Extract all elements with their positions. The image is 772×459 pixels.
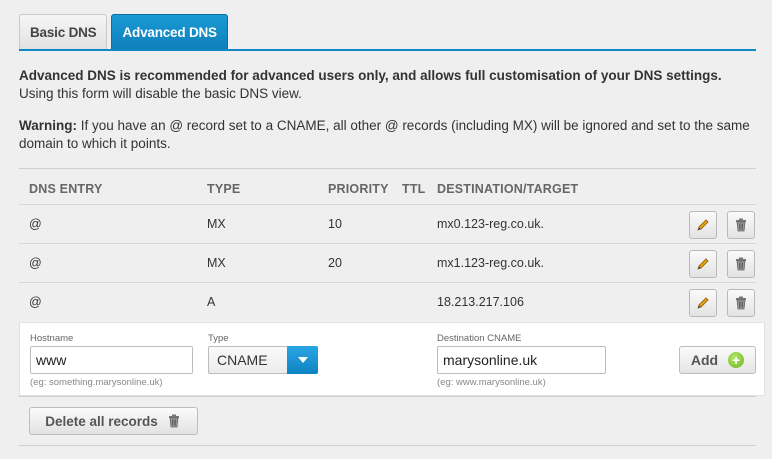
edit-record-button[interactable] [689,289,717,317]
cell-type: MX [207,217,226,231]
pencil-icon [697,219,709,231]
warning-body: If you have an @ record set to a CNAME, … [19,118,750,151]
destination-hint: (eg: www.marysonline.uk) [437,377,546,388]
plus-circle-icon: + [728,352,745,368]
trash-icon [736,257,746,271]
edit-record-button[interactable] [689,211,717,239]
pencil-icon [697,258,709,270]
cell-entry: @ [29,256,42,270]
table-row: @ A 18.213.217.106 [19,282,756,321]
cell-entry: @ [29,217,42,231]
intro-bold: Advanced DNS is recommended for advanced… [19,68,722,83]
table-row: @ MX 20 mx1.123-reg.co.uk. [19,243,756,282]
type-label: Type [208,333,229,344]
delete-all-records-button[interactable]: Delete all records [29,407,198,435]
cell-destination: mx0.123-reg.co.uk. [437,217,544,231]
form-bottom-border [19,396,756,397]
type-select[interactable]: CNAME [208,346,318,374]
cell-entry: @ [29,295,42,309]
trash-icon [736,218,746,232]
dns-tabs: Basic DNS Advanced DNS [19,14,232,50]
cell-type: A [207,295,216,309]
page-bottom-border [19,445,756,446]
table-top-border [19,168,756,169]
destination-input[interactable] [437,346,606,374]
trash-icon [168,414,179,428]
type-select-value: CNAME [217,352,268,368]
cell-priority: 20 [328,256,342,270]
tab-advanced-dns[interactable]: Advanced DNS [111,14,228,50]
tab-underline [19,49,756,51]
hostname-hint: (eg: something.marysonline.uk) [30,377,163,388]
col-ttl: TTL [402,182,426,196]
table-row: @ MX 10 mx0.123-reg.co.uk. [19,204,756,243]
delete-all-label: Delete all records [45,413,158,429]
pencil-icon [697,297,709,309]
add-button-label: Add [690,352,719,368]
hostname-label: Hostname [30,333,74,344]
add-record-button[interactable]: Add + [679,346,756,374]
tab-basic-dns[interactable]: Basic DNS [19,14,108,50]
intro-text: Advanced DNS is recommended for advanced… [19,67,759,103]
warning-label: Warning: [19,118,77,133]
add-record-form: Hostname (eg: something.marysonline.uk) … [19,322,765,396]
cell-priority: 10 [328,217,342,231]
col-priority: PRIORITY [328,182,389,196]
col-destination: DESTINATION/TARGET [437,182,579,196]
edit-record-button[interactable] [689,250,717,278]
chevron-down-icon [287,346,318,374]
delete-record-button[interactable] [727,250,755,278]
cell-destination: mx1.123-reg.co.uk. [437,256,544,270]
hostname-input[interactable] [30,346,193,374]
trash-icon [736,296,746,310]
intro-normal: Using this form will disable the basic D… [19,86,302,101]
destination-label: Destination CNAME [437,333,522,344]
cell-destination: 18.213.217.106 [437,295,524,309]
delete-record-button[interactable] [727,289,755,317]
col-dns-entry: DNS ENTRY [29,182,103,196]
warning-text: Warning: If you have an @ record set to … [19,117,759,153]
delete-record-button[interactable] [727,211,755,239]
cell-type: MX [207,256,226,270]
col-type: TYPE [207,182,241,196]
